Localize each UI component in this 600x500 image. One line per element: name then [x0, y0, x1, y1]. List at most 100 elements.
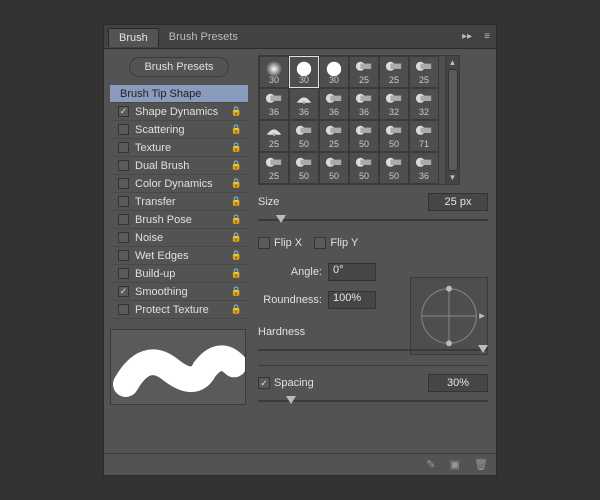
lock-icon[interactable]: 🔒 [231, 106, 242, 117]
brush-tip-icon [325, 124, 343, 138]
option-checkbox[interactable] [118, 286, 129, 297]
option-checkbox[interactable] [118, 196, 129, 207]
brush-tip-cell[interactable]: 50 [319, 152, 349, 184]
brush-options-list: Brush Tip ShapeShape Dynamics🔒Scattering… [110, 85, 248, 319]
right-column: 3030302525253636363632322550255050712550… [254, 49, 496, 453]
option-checkbox[interactable] [118, 304, 129, 315]
option-checkbox[interactable] [118, 142, 129, 153]
scroll-thumb[interactable] [448, 69, 458, 171]
tab-bar: Brush Brush Presets ▸▸ ≡ [104, 25, 496, 49]
spacing-slider[interactable] [258, 394, 488, 408]
lock-icon[interactable]: 🔒 [231, 250, 242, 261]
tab-brush-presets[interactable]: Brush Presets [159, 28, 248, 46]
option-checkbox[interactable] [118, 232, 129, 243]
option-checkbox[interactable] [118, 106, 129, 117]
brush-tip-size: 32 [419, 107, 429, 117]
option-dual-brush[interactable]: Dual Brush🔒 [110, 157, 248, 175]
brush-tip-cell[interactable]: 71 [409, 120, 439, 152]
lock-icon[interactable]: 🔒 [231, 178, 242, 189]
brush-tip-cell[interactable]: 32 [409, 88, 439, 120]
option-brush-pose[interactable]: Brush Pose🔒 [110, 211, 248, 229]
option-checkbox[interactable] [118, 250, 129, 261]
option-label: Color Dynamics [135, 178, 213, 190]
option-checkbox[interactable] [118, 214, 129, 225]
spacing-row: Spacing 30% [258, 374, 488, 392]
brush-tip-size: 25 [269, 139, 279, 149]
brush-tip-cell[interactable]: 50 [349, 120, 379, 152]
lock-icon[interactable]: 🔒 [231, 232, 242, 243]
brush-tip-cell[interactable]: 30 [289, 56, 319, 88]
brush-tip-icon [295, 92, 313, 106]
size-slider[interactable] [258, 213, 488, 227]
option-checkbox[interactable] [118, 178, 129, 189]
spacing-value[interactable]: 30% [428, 374, 488, 392]
panel-menu-icon[interactable]: ≡ [478, 31, 496, 42]
brush-tip-cell[interactable]: 30 [259, 56, 289, 88]
option-scattering[interactable]: Scattering🔒 [110, 121, 248, 139]
size-value[interactable]: 25 px [428, 193, 488, 211]
flip-y-checkbox[interactable] [314, 237, 326, 249]
angle-input[interactable]: 0° [328, 263, 376, 281]
option-checkbox[interactable] [118, 124, 129, 135]
brush-tip-cell[interactable]: 50 [379, 152, 409, 184]
option-brush-tip-shape[interactable]: Brush Tip Shape [110, 85, 248, 103]
brush-tip-cell[interactable]: 50 [289, 120, 319, 152]
brush-tip-icon [355, 124, 373, 138]
brush-tip-cell[interactable]: 25 [259, 152, 289, 184]
scroll-down-icon[interactable]: ▼ [449, 173, 457, 182]
brush-tip-icon [385, 60, 403, 74]
option-noise[interactable]: Noise🔒 [110, 229, 248, 247]
brush-tip-cell[interactable]: 36 [289, 88, 319, 120]
size-row: Size 25 px [258, 193, 488, 211]
option-shape-dynamics[interactable]: Shape Dynamics🔒 [110, 103, 248, 121]
option-color-dynamics[interactable]: Color Dynamics 🔒 [110, 175, 248, 193]
option-checkbox[interactable] [118, 160, 129, 171]
option-texture[interactable]: Texture🔒 [110, 139, 248, 157]
brush-tip-cell[interactable]: 50 [349, 152, 379, 184]
brush-tip-cell[interactable]: 25 [379, 56, 409, 88]
brush-tip-cell[interactable]: 25 [349, 56, 379, 88]
lock-icon[interactable]: 🔒 [231, 304, 242, 315]
brush-tip-cell[interactable]: 50 [379, 120, 409, 152]
option-protect-texture[interactable]: Protect Texture🔒 [110, 301, 248, 319]
lock-icon[interactable]: 🔒 [231, 268, 242, 279]
brush-tip-cell[interactable]: 50 [289, 152, 319, 184]
tab-brush[interactable]: Brush [108, 28, 159, 47]
option-wet-edges[interactable]: Wet Edges🔒 [110, 247, 248, 265]
hardness-slider[interactable] [258, 343, 488, 357]
brush-tip-cell[interactable]: 32 [379, 88, 409, 120]
option-smoothing[interactable]: Smoothing🔒 [110, 283, 248, 301]
brush-tip-size: 36 [299, 107, 309, 117]
brush-tip-cell[interactable]: 30 [319, 56, 349, 88]
brush-tip-cell[interactable]: 25 [319, 120, 349, 152]
option-checkbox[interactable] [118, 268, 129, 279]
brush-tip-icon [265, 156, 283, 170]
grid-scrollbar[interactable]: ▲ ▼ [446, 55, 460, 185]
collapse-icon[interactable]: ▸▸ [456, 31, 478, 42]
brush-tip-cell[interactable]: 36 [259, 88, 289, 120]
flip-x-label: Flip X [274, 237, 302, 249]
flip-x-checkbox[interactable] [258, 237, 270, 249]
scroll-up-icon[interactable]: ▲ [449, 58, 457, 67]
lock-icon[interactable]: 🔒 [231, 196, 242, 207]
option-build-up[interactable]: Build-up🔒 [110, 265, 248, 283]
trash-icon[interactable]: 🗑 [474, 458, 488, 471]
brush-tip-cell[interactable]: 36 [319, 88, 349, 120]
brush-tip-cell[interactable]: 36 [349, 88, 379, 120]
brush-tip-icon [415, 156, 433, 170]
brush-tip-icon [265, 124, 283, 138]
lock-icon[interactable]: 🔒 [231, 160, 242, 171]
brush-tip-cell[interactable]: 36 [409, 152, 439, 184]
lock-icon[interactable]: 🔒 [231, 124, 242, 135]
lock-icon[interactable]: 🔒 [231, 286, 242, 297]
brush-tip-cell[interactable]: 25 [259, 120, 289, 152]
brush-presets-button[interactable]: Brush Presets [129, 57, 229, 77]
toggle-preview-icon[interactable]: ✎ [426, 458, 435, 471]
lock-icon[interactable]: 🔒 [231, 214, 242, 225]
roundness-input[interactable]: 100% [328, 291, 376, 309]
option-transfer[interactable]: Transfer🔒 [110, 193, 248, 211]
spacing-checkbox[interactable] [258, 377, 270, 389]
brush-tip-cell[interactable]: 25 [409, 56, 439, 88]
lock-icon[interactable]: 🔒 [231, 142, 242, 153]
new-brush-icon[interactable]: ▣ [450, 458, 460, 471]
